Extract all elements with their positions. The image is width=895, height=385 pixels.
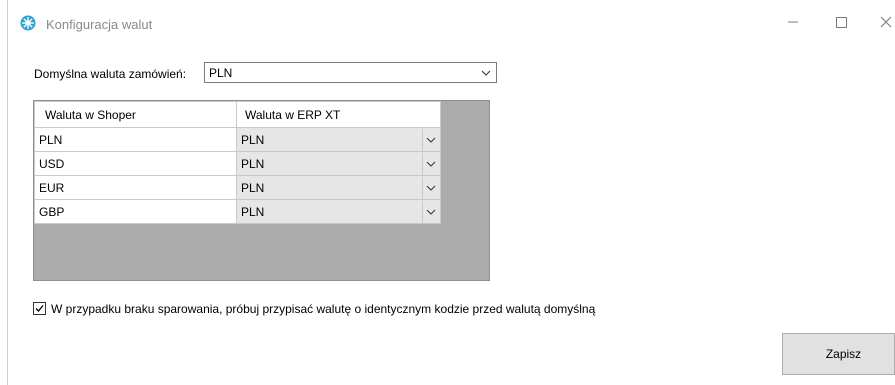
- table-row: PLN PLN: [34, 127, 441, 152]
- chevron-down-icon: [426, 161, 436, 167]
- app-gear-icon: [20, 15, 36, 31]
- chevron-down-icon: [426, 185, 436, 191]
- currency-mapping-grid: Waluta w Shoper Waluta w ERP XT PLN PLN: [33, 100, 490, 281]
- shoper-currency-cell[interactable]: EUR: [34, 175, 237, 200]
- erp-currency-select[interactable]: PLN: [236, 151, 441, 176]
- chevron-down-icon: [426, 209, 436, 215]
- table-row: GBP PLN: [34, 199, 441, 224]
- erp-currency-select[interactable]: PLN: [236, 199, 441, 224]
- column-header-shoper[interactable]: Waluta w Shoper: [34, 101, 237, 128]
- maximize-icon[interactable]: [826, 11, 856, 33]
- title-bar[interactable]: Konfiguracja walut: [8, 0, 895, 44]
- window-border: [7, 0, 8, 385]
- dropdown-button[interactable]: [422, 152, 440, 175]
- currency-table: Waluta w Shoper Waluta w ERP XT PLN PLN: [34, 101, 441, 224]
- dialog-window: Konfiguracja walut Domyślna waluta zamów…: [0, 0, 895, 385]
- save-button[interactable]: Zapisz: [782, 333, 895, 375]
- erp-currency-value: PLN: [241, 156, 265, 171]
- fallback-checkbox[interactable]: [33, 302, 46, 315]
- erp-currency-select[interactable]: PLN: [236, 175, 441, 200]
- table-row: EUR PLN: [34, 175, 441, 200]
- erp-currency-value: PLN: [241, 132, 265, 147]
- shoper-currency-cell[interactable]: GBP: [34, 199, 237, 224]
- default-currency-value: PLN: [209, 66, 233, 80]
- table-row: USD PLN: [34, 151, 441, 176]
- erp-currency-value: PLN: [241, 204, 265, 219]
- shoper-currency-cell[interactable]: USD: [34, 151, 237, 176]
- dropdown-button[interactable]: [422, 176, 440, 199]
- chevron-down-icon: [426, 137, 436, 143]
- default-currency-select[interactable]: PLN: [204, 62, 497, 83]
- default-currency-label: Domyślna waluta zamówień:: [34, 67, 187, 81]
- window-title: Konfiguracja walut: [46, 17, 153, 32]
- table-header-row: Waluta w Shoper Waluta w ERP XT: [34, 101, 441, 128]
- checkmark-icon: [35, 305, 44, 312]
- close-icon[interactable]: [871, 11, 895, 33]
- erp-currency-value: PLN: [241, 180, 265, 195]
- erp-currency-select[interactable]: PLN: [236, 127, 441, 152]
- column-header-erp[interactable]: Waluta w ERP XT: [236, 101, 441, 128]
- dropdown-button[interactable]: [422, 200, 440, 223]
- shoper-currency-cell[interactable]: PLN: [34, 127, 237, 152]
- fallback-checkbox-label[interactable]: W przypadku braku sparowania, próbuj prz…: [51, 302, 595, 316]
- minimize-icon[interactable]: [778, 11, 808, 33]
- chevron-down-icon[interactable]: [481, 68, 491, 78]
- dropdown-button[interactable]: [422, 128, 440, 151]
